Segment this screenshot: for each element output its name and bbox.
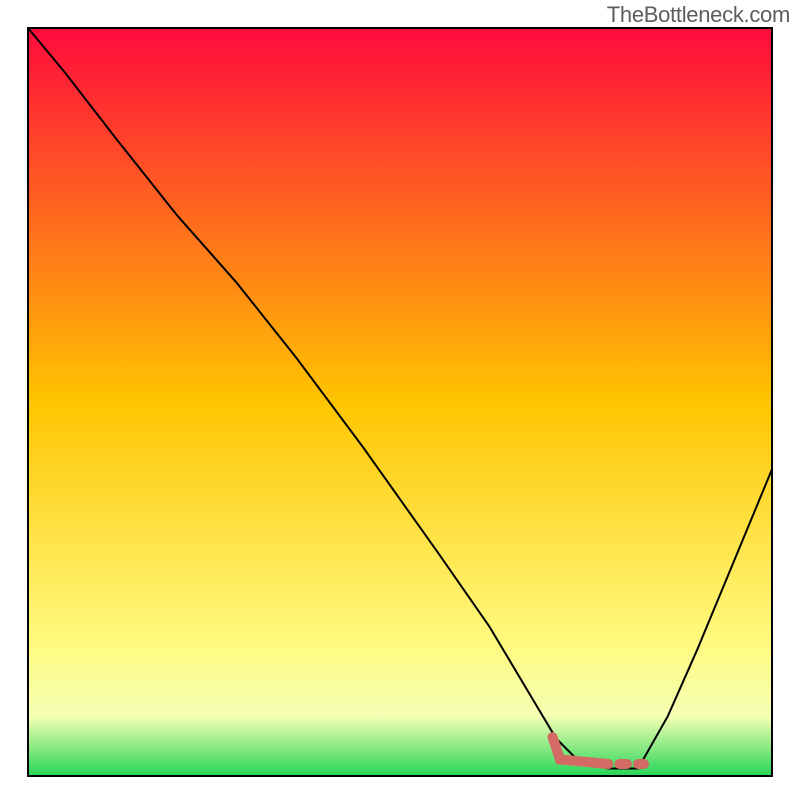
chart-container: { "watermark": "TheBottleneck.com", "cha… (0, 0, 800, 800)
watermark-text: TheBottleneck.com (607, 2, 790, 28)
bottleneck-chart (0, 0, 800, 800)
plot-background (28, 28, 772, 776)
